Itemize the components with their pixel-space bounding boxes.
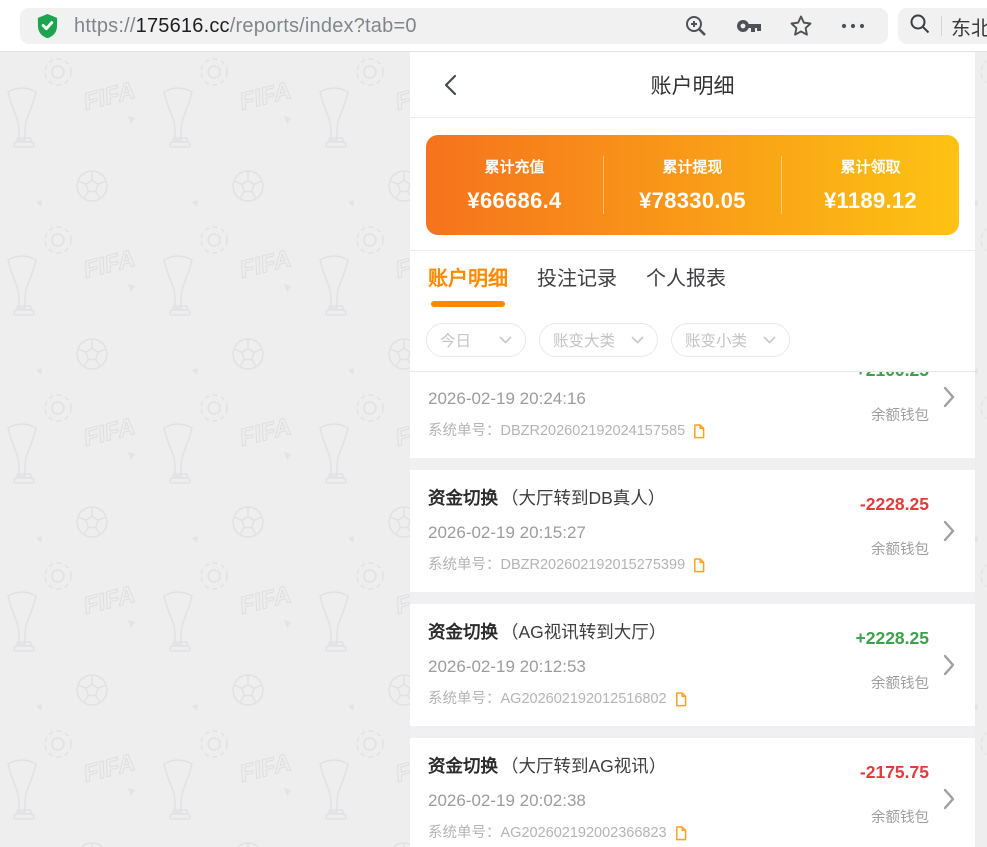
- ellipsis-icon[interactable]: [840, 22, 866, 30]
- page-title: 账户明细: [410, 70, 975, 100]
- transaction-amount: -2175.75: [860, 762, 929, 782]
- copy-icon[interactable]: [692, 558, 705, 573]
- search-box[interactable]: 东北: [898, 8, 987, 44]
- zoom-in-icon[interactable]: [684, 14, 708, 38]
- star-icon[interactable]: [789, 14, 813, 38]
- search-input[interactable]: 东北: [951, 12, 987, 41]
- report-tabs: 账户明细 投注记录 个人报表: [410, 251, 975, 317]
- transaction-row[interactable]: 资金切换（大厅转到DB真人） 2026-02-19 20:15:27 系统单号：…: [410, 470, 975, 592]
- transaction-amount: +2100.25: [856, 371, 929, 380]
- chevron-right-icon: [943, 654, 955, 676]
- wallet-label: 余额钱包: [856, 672, 929, 693]
- filter-date-dropdown[interactable]: 今日: [426, 323, 526, 357]
- copy-icon[interactable]: [674, 692, 687, 707]
- summary-total-claimed: 累计领取 ¥1189.12: [781, 156, 959, 214]
- summary-total-deposit: 累计充值 ¥66686.4: [426, 156, 603, 214]
- key-icon[interactable]: [735, 14, 762, 38]
- transaction-row[interactable]: 2026-02-19 20:24:16 系统单号：DBZR20260219202…: [410, 371, 975, 458]
- chevron-down-icon: [763, 336, 776, 344]
- tab-personal-report[interactable]: 个人报表: [646, 266, 726, 307]
- divider: [941, 16, 942, 36]
- wallet-label: 余额钱包: [856, 404, 929, 425]
- transaction-list[interactable]: 2026-02-19 20:24:16 系统单号：DBZR20260219202…: [410, 371, 975, 847]
- transaction-amount: +2228.25: [856, 628, 929, 648]
- copy-icon[interactable]: [692, 424, 705, 439]
- search-icon: [909, 13, 931, 40]
- screen: https://175616.cc/reports/index?tab=0: [0, 0, 987, 847]
- tab-bet-records[interactable]: 投注记录: [537, 266, 617, 307]
- copy-icon[interactable]: [674, 826, 687, 841]
- filter-minor-category-dropdown[interactable]: 账变小类: [671, 323, 790, 357]
- transaction-row[interactable]: 资金切换（AG视讯转到大厅） 2026-02-19 20:12:53 系统单号：…: [410, 604, 975, 726]
- chevron-down-icon: [631, 336, 644, 344]
- wallet-label: 余额钱包: [860, 538, 929, 559]
- page-header: 账户明细: [410, 52, 975, 118]
- url-text[interactable]: https://175616.cc/reports/index?tab=0: [74, 15, 417, 38]
- summary-section: 累计充值 ¥66686.4 累计提现 ¥78330.05 累计领取 ¥1189.…: [410, 118, 975, 251]
- browser-toolbar: https://175616.cc/reports/index?tab=0: [0, 0, 987, 52]
- chevron-right-icon: [943, 788, 955, 810]
- chevron-down-icon: [499, 336, 512, 344]
- transaction-amount: -2228.25: [860, 494, 929, 514]
- chevron-right-icon: [943, 386, 955, 408]
- wallet-label: 余额钱包: [860, 806, 929, 827]
- active-tab-underline: [431, 301, 505, 307]
- report-panel: 账户明细 累计充值 ¥66686.4 累计提现 ¥78330.05 累计领取 ¥…: [410, 52, 975, 847]
- page-background: FIFA: [0, 52, 987, 847]
- filter-row: 今日 账变大类 账变小类: [410, 317, 975, 371]
- tab-account-detail[interactable]: 账户明细: [428, 266, 508, 307]
- summary-total-withdraw: 累计提现 ¥78330.05: [603, 156, 781, 214]
- transaction-row[interactable]: 资金切换（大厅转到AG视讯） 2026-02-19 20:02:38 系统单号：…: [410, 738, 975, 847]
- filter-major-category-dropdown[interactable]: 账变大类: [539, 323, 658, 357]
- address-bar[interactable]: https://175616.cc/reports/index?tab=0: [20, 8, 888, 44]
- chevron-right-icon: [943, 520, 955, 542]
- security-shield-icon[interactable]: [36, 13, 59, 39]
- summary-card: 累计充值 ¥66686.4 累计提现 ¥78330.05 累计领取 ¥1189.…: [426, 135, 959, 235]
